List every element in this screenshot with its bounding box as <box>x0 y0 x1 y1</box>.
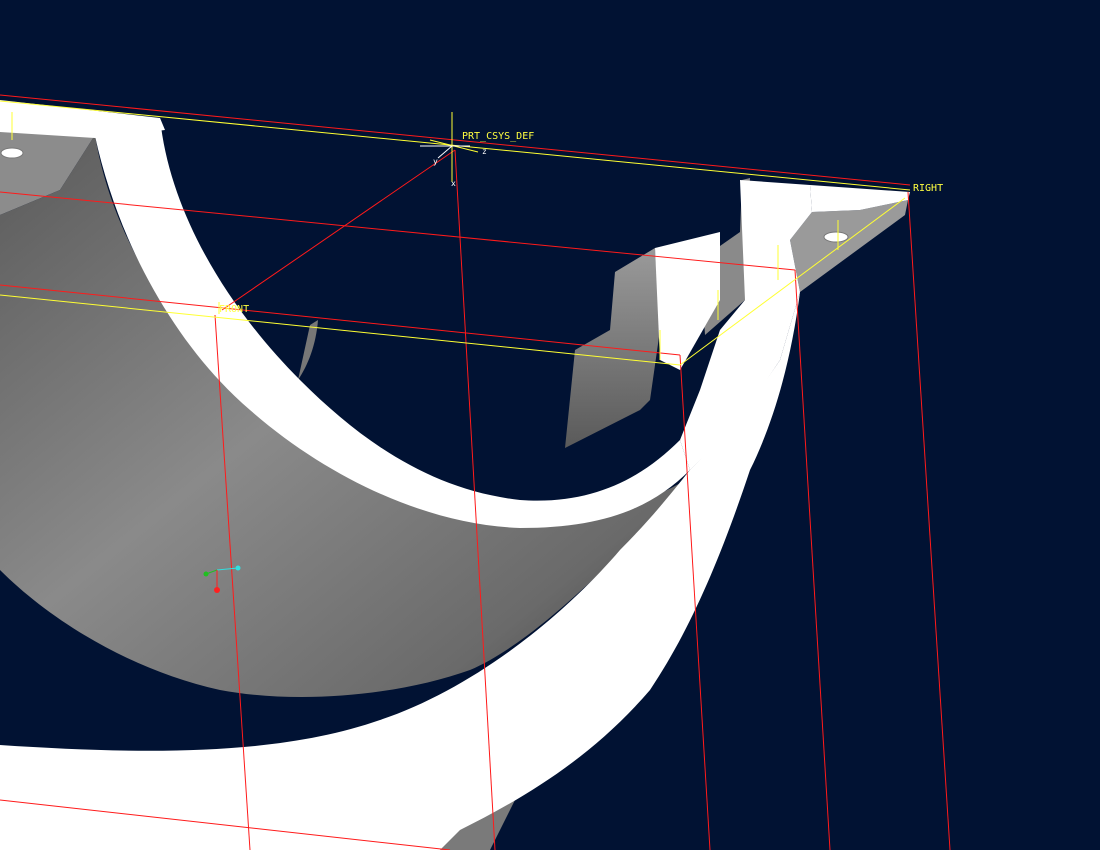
bolt-hole-left <box>0 147 24 159</box>
model-canvas[interactable]: PRT_CSYS_DEF z y x RIGHT FRONT <box>0 0 1100 850</box>
csys-axis-y: y <box>433 157 438 166</box>
csys-marker: PRT_CSYS_DEF z y x <box>420 112 534 188</box>
bolt-hole-right <box>823 231 849 243</box>
model-viewport[interactable]: PRT_CSYS_DEF z y x RIGHT FRONT <box>0 0 1100 850</box>
datum-plane-right-label[interactable]: RIGHT <box>913 183 943 194</box>
csys-label: PRT_CSYS_DEF <box>462 131 534 142</box>
csys-axis-x: x <box>451 179 456 188</box>
datum-plane-front-label[interactable]: FRONT <box>219 304 249 315</box>
csys-axis-z: z <box>482 147 487 156</box>
